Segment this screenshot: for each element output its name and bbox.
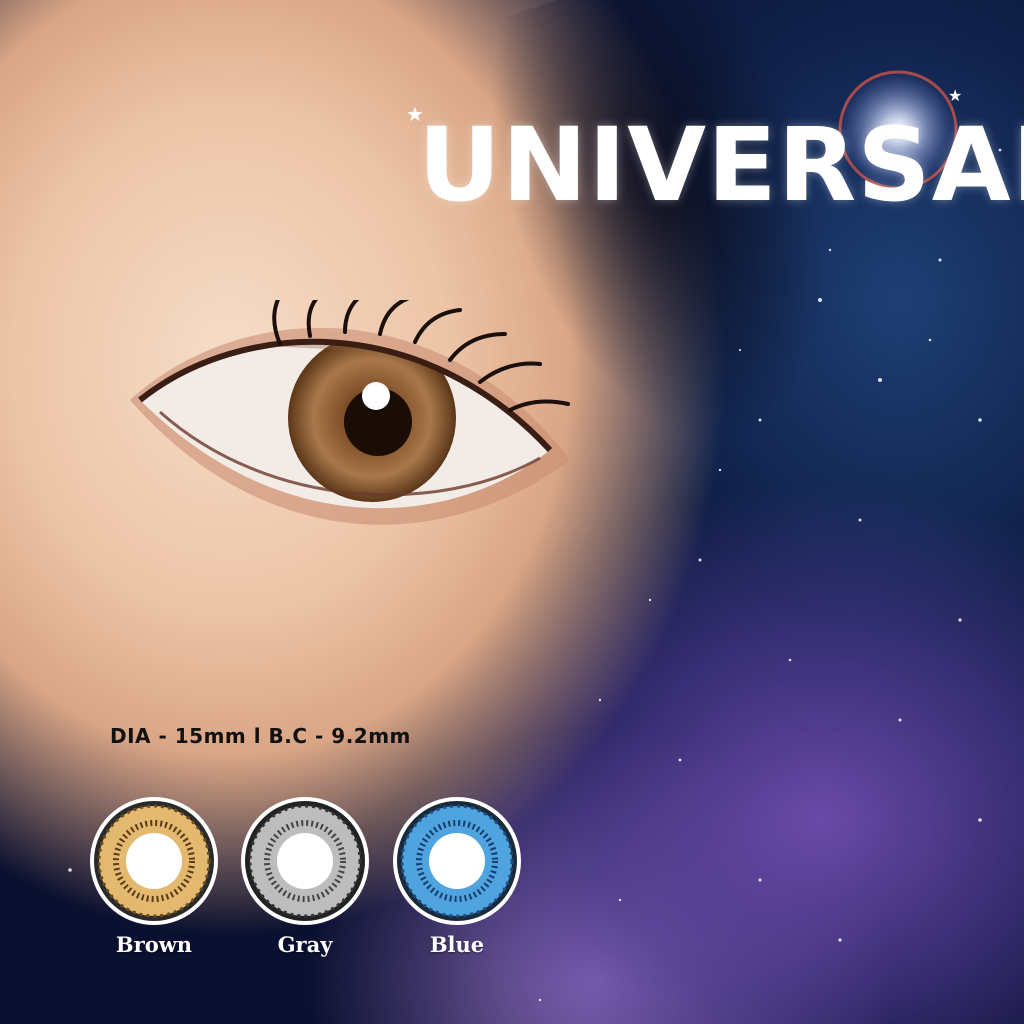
lens-blue-icon — [393, 797, 521, 925]
lens-swatch-gray[interactable] — [240, 796, 370, 926]
lens-swatch-brown[interactable] — [89, 796, 219, 926]
lens-swatch-blue[interactable] — [392, 796, 522, 926]
lens-brown-icon — [90, 797, 218, 925]
headline-star-icon-right: ★ — [948, 86, 963, 105]
lens-gray-icon — [241, 797, 369, 925]
lens-label-gray: Gray — [277, 932, 333, 957]
lens-label-blue: Blue — [429, 932, 485, 957]
lens-specs: DIA - 15mm l B.C - 9.2mm — [110, 724, 411, 748]
lens-label-brown: Brown — [115, 932, 193, 957]
product-title: UNIVERSAL — [418, 106, 1024, 225]
eye-illustration — [130, 300, 570, 525]
product-banner: ★ ★ UNIVERSAL DIA - 15mm l B.C - 9.2mm B… — [0, 0, 1024, 1024]
eye-highlight — [362, 382, 390, 410]
